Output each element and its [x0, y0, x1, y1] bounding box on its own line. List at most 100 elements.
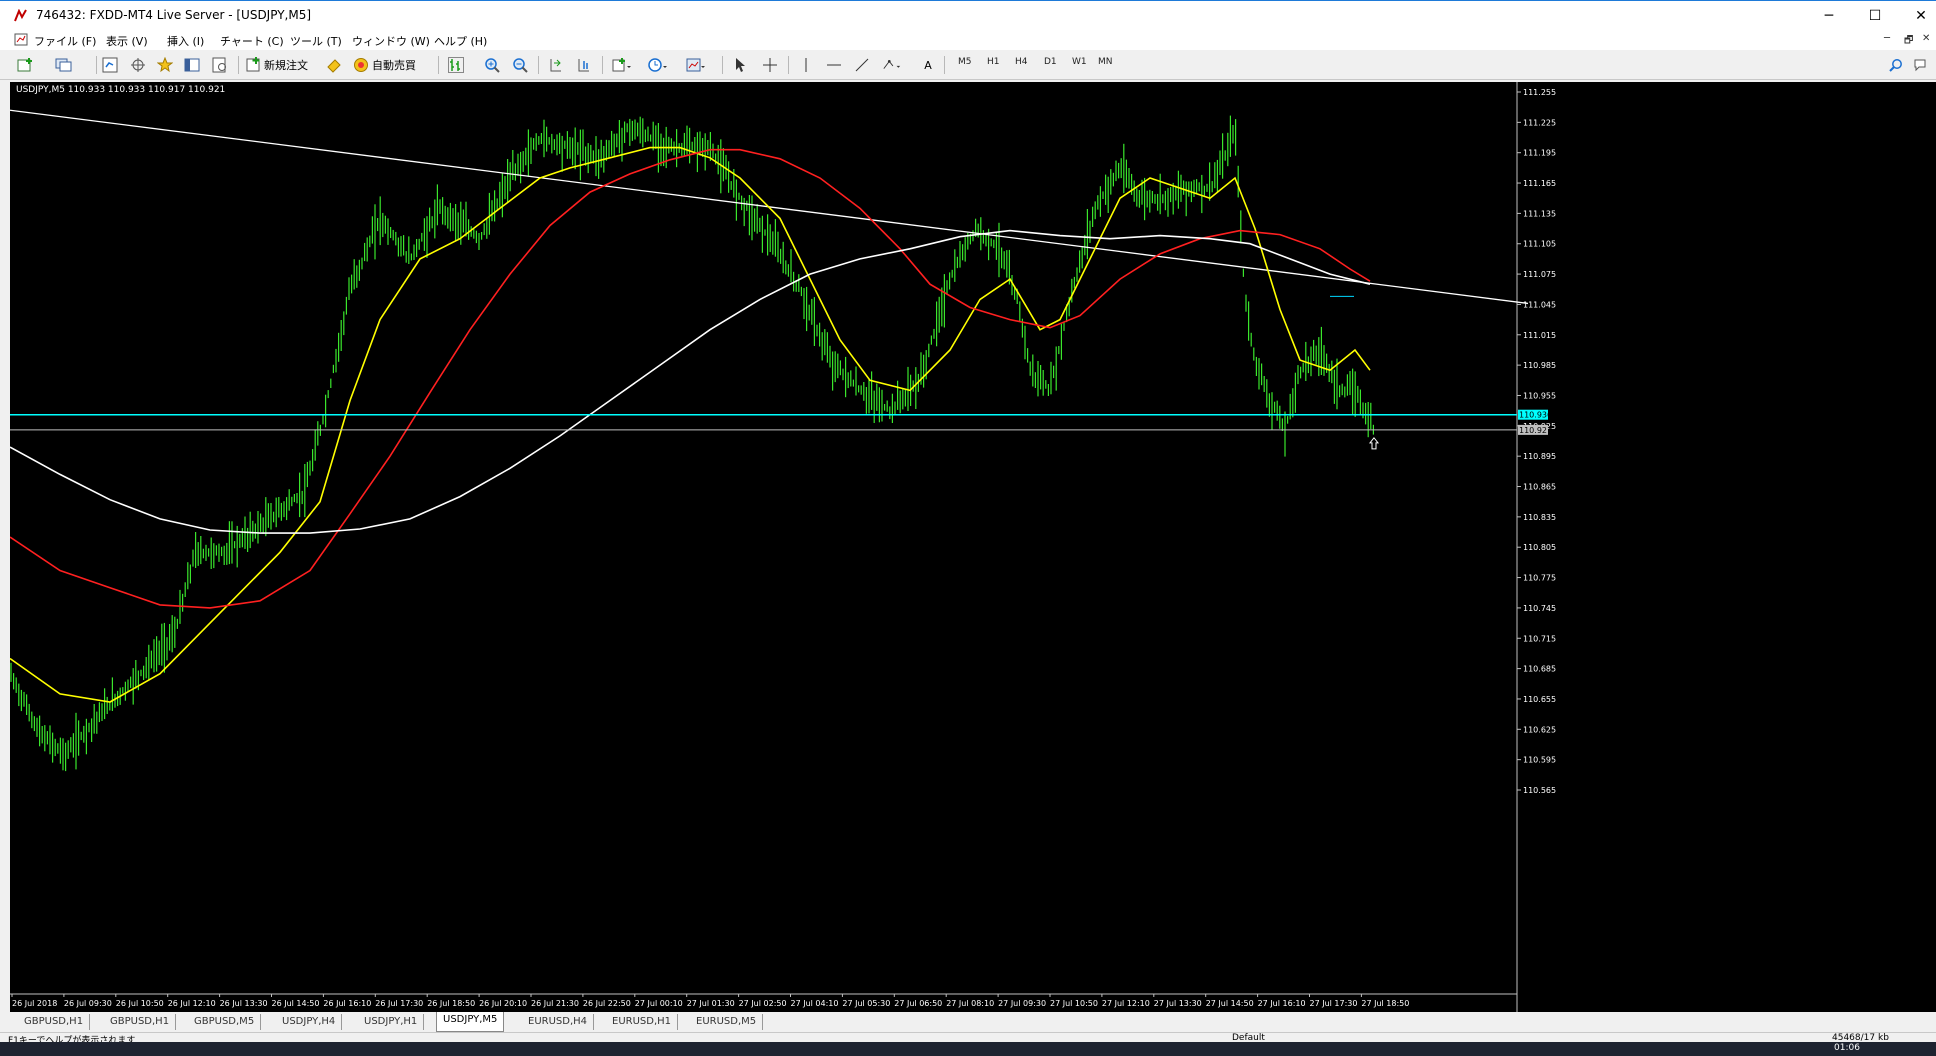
price-tick-label: 111.045 [1523, 300, 1556, 309]
data-window-icon[interactable] [128, 55, 148, 75]
menu-window[interactable]: ウィンドウ (W) [352, 33, 430, 49]
price-tick-label: 110.655 [1523, 695, 1556, 704]
price-tick-label: 111.075 [1523, 270, 1556, 279]
price-tick-label: 111.165 [1523, 179, 1556, 188]
time-tick-label: 27 Jul 02:50 [739, 999, 787, 1008]
time-tick-label: 27 Jul 12:10 [1102, 999, 1150, 1008]
chat-icon[interactable] [1910, 55, 1930, 75]
price-label: 110.936 [1519, 411, 1552, 420]
time-tick-label: 27 Jul 00:10 [635, 999, 683, 1008]
search-icon[interactable] [1886, 55, 1906, 75]
tab-gbpusd-m5[interactable]: GBPUSD,M5 [188, 1014, 262, 1030]
timeframe-m5[interactable]: M5 [958, 57, 972, 67]
strategy-tester-icon[interactable] [210, 55, 230, 75]
menu-help[interactable]: ヘルプ (H) [434, 33, 487, 49]
auto-trading-label: 自動売買 [372, 59, 416, 72]
plot-area [10, 82, 1517, 994]
price-tick-label: 110.895 [1523, 452, 1556, 461]
new-order-button[interactable]: 新規注文 [246, 55, 308, 75]
price-tick-label: 110.955 [1523, 391, 1556, 400]
trendline-icon[interactable] [852, 55, 872, 75]
tab-eurusd-h1[interactable]: EURUSD,H1 [606, 1014, 679, 1030]
time-tick-label: 26 Jul 13:30 [220, 999, 268, 1008]
price-tick-label: 110.805 [1523, 543, 1556, 552]
zoom-in-icon[interactable] [482, 55, 502, 75]
tab-gbpusd-h1[interactable]: GBPUSD,H1 [18, 1014, 91, 1030]
vertical-line-icon[interactable] [796, 55, 816, 75]
timeframe-w1[interactable]: W1 [1072, 57, 1087, 67]
profiles-icon[interactable] [54, 55, 74, 75]
time-tick-label: 26 Jul 09:30 [64, 999, 112, 1008]
mdi-minimize-button[interactable]: ─ [1884, 33, 1890, 44]
menu-tools[interactable]: ツール (T) [290, 33, 342, 49]
periods-icon[interactable] [648, 55, 668, 75]
chart-symbol-info: USDJPY,M5 110.933 110.933 110.917 110.92… [16, 85, 226, 95]
menu-chart[interactable]: チャート (C) [220, 33, 284, 49]
tab-gbpusd-h1-2[interactable]: GBPUSD,H1 [104, 1014, 177, 1030]
market-watch-icon[interactable] [100, 55, 120, 75]
price-tick-label: 110.625 [1523, 725, 1556, 734]
time-tick-label: 26 Jul 21:30 [531, 999, 579, 1008]
metaeditor-icon[interactable] [324, 55, 344, 75]
menu-bar: ファイル (F) 表示 (V) 挿入 (I) チャート (C) ツール (T) … [0, 30, 1936, 50]
time-tick-label: 27 Jul 08:10 [946, 999, 994, 1008]
price-tick-label: 111.135 [1523, 209, 1556, 218]
time-tick-label: 26 Jul 12:10 [168, 999, 216, 1008]
price-tick-label: 110.865 [1523, 483, 1556, 492]
time-tick-label: 27 Jul 09:30 [998, 999, 1046, 1008]
minimize-button[interactable]: ─ [1806, 1, 1852, 31]
price-tick-label: 110.685 [1523, 665, 1556, 674]
price-chart[interactable]: 111.255 111.225 111.195 111.165 111.135 111.1… [10, 82, 1936, 1012]
tab-usdjpy-m5[interactable]: USDJPY,M5 [436, 1012, 505, 1032]
mt4-logo-icon [14, 9, 27, 22]
timeframe-mn[interactable]: MN [1098, 57, 1113, 67]
auto-trading-button[interactable]: 自動売買 [352, 55, 416, 75]
timeframe-d1[interactable]: D1 [1044, 57, 1057, 67]
time-tick-label: 26 Jul 17:30 [375, 999, 423, 1008]
timeframe-h4[interactable]: H4 [1015, 57, 1028, 67]
mdi-close-button[interactable]: ✕ [1922, 33, 1930, 44]
crosshair-icon[interactable] [760, 55, 780, 75]
zoom-out-icon[interactable] [510, 55, 530, 75]
price-tick-label: 111.255 [1523, 88, 1556, 97]
tab-eurusd-m5[interactable]: EURUSD,M5 [690, 1014, 764, 1030]
chart-window-icon[interactable] [14, 33, 28, 46]
terminal-icon[interactable] [182, 55, 202, 75]
auto-scroll-icon[interactable] [546, 55, 566, 75]
tab-usdjpy-h1[interactable]: USDJPY,H1 [358, 1014, 425, 1030]
price-tick-label: 110.835 [1523, 513, 1556, 522]
price-label: 110.921 [1519, 426, 1552, 435]
navigator-icon[interactable] [155, 55, 175, 75]
cursor-icon[interactable] [730, 55, 750, 75]
time-tick-label: 27 Jul 16:10 [1258, 999, 1306, 1008]
time-tick-label: 27 Jul 05:30 [842, 999, 890, 1008]
menu-insert[interactable]: 挿入 (I) [167, 33, 204, 49]
templates-icon[interactable] [686, 55, 706, 75]
bar-chart-icon[interactable] [446, 55, 466, 75]
price-tick-label: 110.565 [1523, 786, 1556, 795]
chart-tabs: GBPUSD,H1 GBPUSD,H1 GBPUSD,M5 USDJPY,H4 … [0, 1012, 1936, 1032]
indicators-icon[interactable] [612, 55, 632, 75]
new-chart-icon[interactable] [16, 55, 36, 75]
chart-window[interactable]: 111.255 111.225 111.195 111.165 111.135 111.1… [10, 82, 1936, 1012]
menu-view[interactable]: 表示 (V) [106, 33, 148, 49]
mdi-restore-button[interactable]: 🗗 [1904, 33, 1913, 50]
time-tick-label: 27 Jul 17:30 [1310, 999, 1358, 1008]
tab-eurusd-h4[interactable]: EURUSD,H4 [522, 1014, 595, 1030]
menu-file[interactable]: ファイル (F) [34, 33, 96, 49]
tab-usdjpy-h4[interactable]: USDJPY,H4 [276, 1014, 343, 1030]
horizontal-line-icon[interactable] [824, 55, 844, 75]
price-tick-label: 111.225 [1523, 118, 1556, 127]
time-tick-label: 26 Jul 14:50 [272, 999, 320, 1008]
time-tick-label: 26 Jul 10:50 [116, 999, 164, 1008]
timeframe-h1[interactable]: H1 [987, 57, 1000, 67]
time-tick-label: 27 Jul 13:30 [1154, 999, 1202, 1008]
close-button[interactable]: ✕ [1898, 1, 1936, 31]
text-tool-icon[interactable]: A [918, 55, 938, 75]
time-tick-label: 26 Jul 22:50 [583, 999, 631, 1008]
price-tick-label: 110.985 [1523, 361, 1556, 370]
time-tick-label: 27 Jul 18:50 [1361, 999, 1409, 1008]
maximize-button[interactable]: ☐ [1852, 1, 1898, 31]
chart-shift-icon[interactable] [574, 55, 594, 75]
draw-objects-icon[interactable] [882, 55, 902, 75]
